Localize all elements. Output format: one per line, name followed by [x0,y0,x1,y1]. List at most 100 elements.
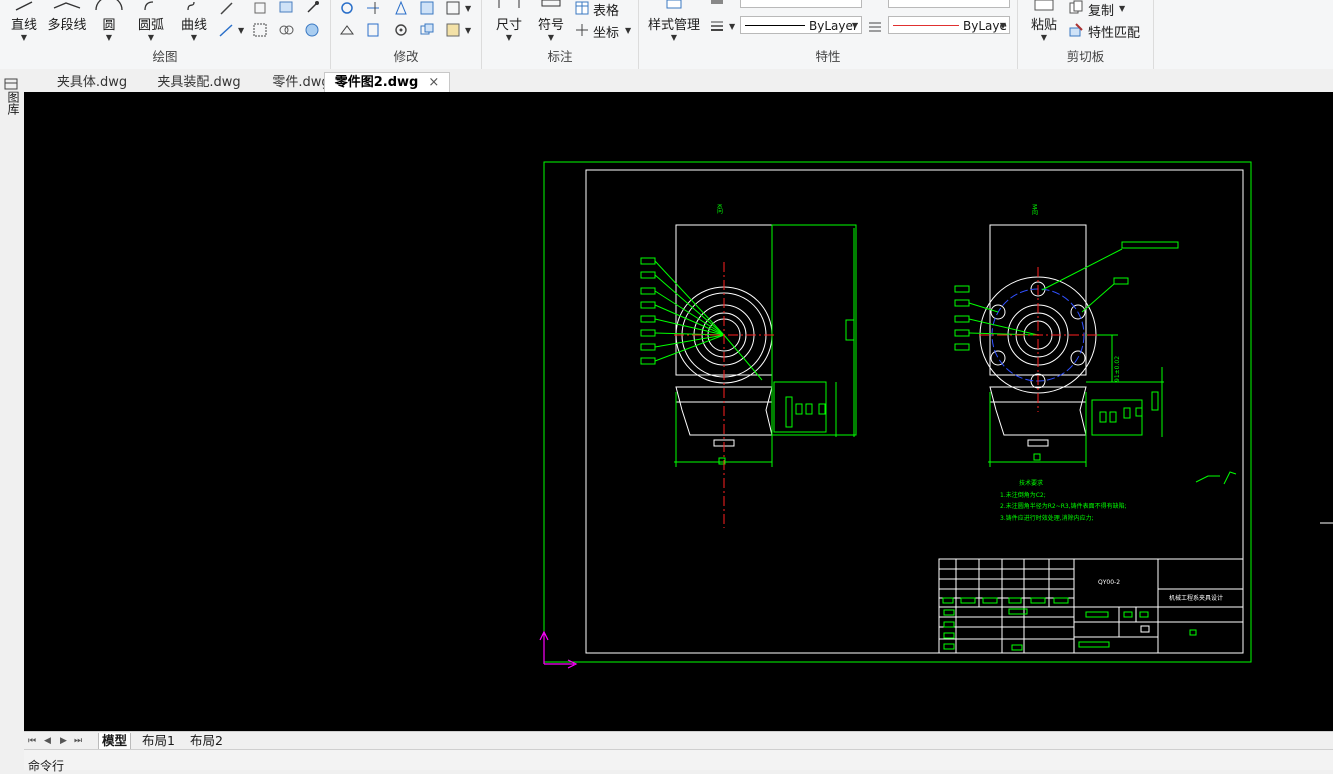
circle-icon [95,0,123,11]
mirror-icon[interactable] [393,0,409,16]
move-icon[interactable] [339,0,355,16]
chevron-down-icon[interactable]: ▼ [1119,4,1125,13]
dimension-icon [498,0,520,8]
revcloud-icon[interactable] [304,22,320,38]
color-combo[interactable] [888,0,1010,8]
drawing-canvas[interactable]: K向 M向 91±0.02 技术要求 1.未注倒角为C2; 2.未注圆角半径为R… [24,92,1333,731]
coordinate-label[interactable]: 坐标 [593,22,619,41]
clipboard-group: 粘贴 ▼ 复制 ▼ 特性匹配 剪切板 [1018,0,1154,69]
color-combo-2[interactable]: ByLaye ▼ [888,16,1010,34]
tab-label: 夹具装配.dwg [157,75,241,90]
chevron-down-icon[interactable]: ▼ [465,26,471,35]
title-block-check [1140,625,1150,633]
shape-icon[interactable] [252,0,268,16]
chevron-down-icon[interactable]: ▼ [625,26,631,35]
scale-icon[interactable] [419,0,435,16]
polyline-label: 多段线 [47,18,87,33]
draw-group-label: 绘图 [152,49,178,64]
chevron-down-icon[interactable]: ▼ [238,26,244,35]
dimension-tool[interactable]: 尺寸 ▼ [492,0,526,42]
tab-jujuzhuangpei[interactable]: 夹具装配.dwg [142,72,256,94]
paste-tool[interactable]: 粘贴 ▼ [1026,0,1062,42]
title-block-name: 机械工程系夹具设计 [1169,594,1223,602]
rotate-icon[interactable] [393,22,409,38]
tab-label: 夹具体.dwg [56,75,128,90]
dimension-label: 尺寸 [495,18,522,33]
left-view-green [640,224,857,467]
line-icon [15,1,33,11]
chevron-down-icon: ▼ [851,21,858,30]
linetype-sample [745,25,805,26]
next-layout-button[interactable]: ▶ [60,733,67,749]
symbol-label: 符号 [537,18,564,33]
tab-model[interactable]: 模型 [98,733,132,750]
ray-icon[interactable] [218,0,234,16]
copy-label[interactable]: 复制 [1088,0,1114,19]
copy-icon[interactable] [1068,0,1084,16]
linetype-combo[interactable]: ByLayer ▼ [740,16,862,34]
modify-group-label: 修改 [393,49,419,64]
hatch-icon[interactable] [252,22,268,38]
polyline-tool[interactable]: 多段线 [44,0,90,33]
ribbon: 直线 ▼ 多段线 圆 ▼ 圆弧 ▼ 曲线 ▼ ▼ 绘图 ▼ ▼ 修改 尺寸 ▼ … [0,0,1333,70]
curve-icon [187,1,195,11]
line-tool[interactable]: 直线 ▼ [6,0,42,42]
chevron-down-icon[interactable]: ▼ [465,4,471,13]
view-label-right: M向 [1031,204,1038,215]
symbol-tool[interactable]: 符号 ▼ [534,0,568,42]
annotation-group-label: 标注 [547,49,573,64]
command-line[interactable]: 命令行 [24,749,1333,773]
table-icon[interactable] [574,0,590,16]
first-layout-button[interactable]: ⏮ [28,733,36,749]
match-properties-icon[interactable] [1068,22,1084,38]
construction-line-icon[interactable] [218,22,234,38]
chevron-down-icon: ▼ [190,33,198,42]
view-label-left: K向 [716,204,723,214]
properties-group-label: 特性 [815,49,841,64]
region-icon[interactable] [278,0,294,16]
tab-layout1[interactable]: 布局1 [142,733,175,749]
layer-state-icon[interactable] [709,0,725,16]
tab-lingjiantu2[interactable]: 零件图2.dwg × [324,72,450,93]
curve-tool[interactable]: 曲线 ▼ [176,0,212,42]
match-properties-label[interactable]: 特性匹配 [1088,22,1140,41]
clipboard-group-label: 剪切板 [1066,49,1105,64]
title-block [938,558,1244,654]
paste-label: 粘贴 [1030,18,1057,33]
chevron-down-icon: ▼ [105,33,113,42]
prev-layout-button[interactable]: ◀ [44,733,51,749]
style-manager-icon [666,0,682,9]
circle-tool[interactable]: 圆 ▼ [92,0,126,42]
arc-tool[interactable]: 圆弧 ▼ [132,0,170,42]
dimension-text: 91±0.02 [1114,356,1121,382]
lineweight-icon[interactable] [709,18,725,34]
tab-jujuti[interactable]: 夹具体.dwg [36,72,148,94]
tab-layout2[interactable]: 布局2 [190,733,223,749]
style-manager-tool[interactable]: 样式管理 ▼ [643,0,705,42]
chevron-down-icon[interactable]: ▼ [729,22,735,31]
point-icon[interactable] [304,0,320,16]
trim-icon[interactable] [365,0,381,16]
offset-icon[interactable] [365,22,381,38]
layer-combo[interactable] [740,0,862,8]
edit-icon[interactable] [445,22,461,38]
modify-group: ▼ ▼ 修改 [331,0,482,69]
array-icon[interactable] [445,0,461,16]
lineweight-list-icon[interactable] [867,18,883,34]
coordinate-icon[interactable] [574,22,590,38]
side-panel[interactable]: 图库 [0,69,24,769]
symbol-icon [541,0,561,7]
stretch-icon[interactable] [339,22,355,38]
table-label[interactable]: 表格 [593,0,619,19]
last-layout-button[interactable]: ⏭ [74,733,82,749]
note-2: 2.未注圆角半径为R2~R3,铸件表面不得有缺陷; [1000,502,1127,510]
note-3: 3.铸件应进行时效处理,消除内应力; [1000,514,1094,522]
tab-label: 零件.dwg [272,75,330,90]
chevron-down-icon: ▼ [999,21,1006,30]
style-manager-label: 样式管理 [647,18,700,33]
close-icon[interactable]: × [428,75,439,90]
copy-objects-icon[interactable] [419,22,435,38]
boundary-icon[interactable] [278,22,294,38]
curve-label: 曲线 [180,18,207,33]
chevron-down-icon: ▼ [547,33,555,42]
